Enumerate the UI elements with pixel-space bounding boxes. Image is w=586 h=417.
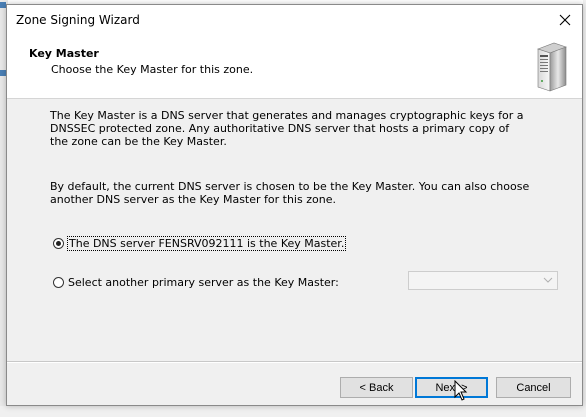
radio-another-server[interactable]: [53, 277, 64, 288]
cancel-button[interactable]: Cancel: [496, 377, 571, 398]
back-button[interactable]: < Back: [340, 377, 413, 398]
title-bar: Zone Signing Wizard: [7, 5, 582, 35]
next-button[interactable]: Next >: [415, 377, 488, 398]
button-separator: [7, 361, 582, 363]
chevron-down-icon: [543, 277, 553, 283]
default-server-description: By default, the current DNS server is ch…: [50, 180, 530, 206]
zone-signing-wizard-dialog: Zone Signing Wizard Key Master Choose th…: [6, 4, 583, 406]
primary-server-select[interactable]: [408, 271, 558, 290]
page-subtitle: Choose the Key Master for this zone.: [51, 63, 254, 76]
page-title: Key Master: [29, 47, 99, 60]
wizard-content: The Key Master is a DNS server that gene…: [7, 99, 582, 361]
radio-current-server[interactable]: [53, 238, 64, 249]
option-another-server-label: Select another primary server as the Key…: [68, 276, 339, 289]
key-master-description: The Key Master is a DNS server that gene…: [50, 109, 524, 148]
wizard-header: Key Master Choose the Key Master for thi…: [7, 35, 582, 99]
option-current-server[interactable]: The DNS server FENSRV092111 is the Key M…: [53, 236, 347, 251]
window-title: Zone Signing Wizard: [16, 13, 140, 27]
close-icon: [559, 14, 571, 26]
mouse-pointer-icon: [454, 380, 468, 401]
server-icon: [537, 42, 567, 92]
background-window-edge: [0, 406, 586, 417]
option-current-server-label: The DNS server FENSRV092111 is the Key M…: [66, 236, 347, 251]
close-button[interactable]: [548, 5, 582, 35]
option-another-server[interactable]: Select another primary server as the Key…: [53, 276, 339, 289]
